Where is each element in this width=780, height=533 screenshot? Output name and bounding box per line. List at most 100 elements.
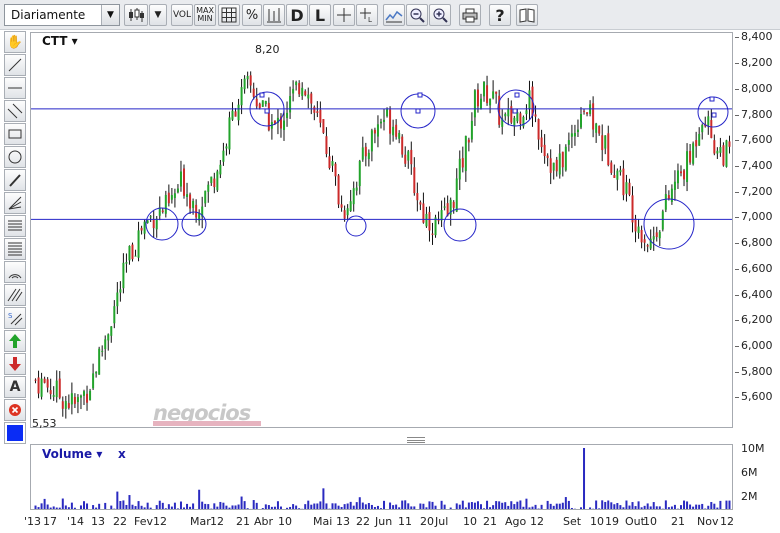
percent-button[interactable]: % <box>242 4 262 26</box>
chart-type-dropdown-button[interactable]: ▼ <box>149 4 167 26</box>
volume-title[interactable]: Volume ▾ <box>42 447 102 461</box>
volume-bar <box>376 505 379 509</box>
crosshair-button[interactable] <box>333 4 355 26</box>
parallel-icon <box>7 288 23 302</box>
volume-bar <box>573 508 576 509</box>
candle-body <box>640 229 643 243</box>
candle-body <box>210 176 213 184</box>
grid-toggle-button[interactable] <box>218 4 240 26</box>
candle-body <box>579 114 582 128</box>
candle-body <box>479 98 482 110</box>
color-picker-button[interactable] <box>4 422 26 444</box>
fan-tool-button[interactable] <box>4 192 26 214</box>
print-button[interactable] <box>459 4 481 26</box>
sell-arrow-tool-button[interactable] <box>4 353 26 375</box>
volume-bar <box>634 506 637 509</box>
candle-body <box>331 161 334 166</box>
toolbar: Diariamente ▼ ▼ VOL MAX MIN % D L L ? <box>0 0 780 30</box>
price-tick-label: 8,200 <box>735 56 773 70</box>
volume-bar <box>198 489 201 509</box>
volume-bar <box>201 501 204 509</box>
candle-body <box>586 112 589 115</box>
annotation-handle <box>415 108 421 114</box>
candle-body <box>546 155 549 159</box>
candle-body <box>634 218 637 232</box>
buy-arrow-tool-button[interactable] <box>4 330 26 352</box>
candle-body <box>443 206 446 208</box>
volume-bar <box>164 508 167 509</box>
zoom-out-button[interactable] <box>406 4 428 26</box>
volume-close-button[interactable]: x <box>118 447 126 461</box>
candle-body <box>225 146 228 149</box>
volume-bar <box>143 507 146 509</box>
volume-bar <box>134 506 137 509</box>
candle-body <box>695 140 698 147</box>
candle-body <box>425 213 428 227</box>
candle-body <box>134 255 137 257</box>
volume-bar <box>622 507 625 509</box>
speed-lines-tool-button[interactable]: S <box>4 307 26 329</box>
candle-body <box>340 204 343 208</box>
linear-scale-button[interactable]: L <box>309 4 331 26</box>
candle-body <box>413 167 416 194</box>
candle-body <box>55 380 58 398</box>
zoom-in-button[interactable] <box>429 4 451 26</box>
text-tool-button[interactable]: A <box>4 376 26 398</box>
volume-bar <box>149 507 152 509</box>
volume-bar <box>107 509 109 510</box>
parallel-tool-button[interactable] <box>4 284 26 306</box>
ticker-label[interactable]: CTT ▾ <box>42 34 78 48</box>
price-tick-label: 5,800 <box>735 364 773 378</box>
candle-body <box>431 233 434 235</box>
manual-button[interactable] <box>516 4 538 26</box>
volume-bar <box>234 505 237 509</box>
volume-toggle-button[interactable]: VOL <box>171 4 193 26</box>
volume-bar <box>161 502 164 509</box>
volume-bar <box>692 506 695 509</box>
ellipse-tool-button[interactable] <box>4 146 26 168</box>
rectangle-tool-button[interactable] <box>4 123 26 145</box>
ellipse-icon <box>8 150 22 164</box>
volume-bar <box>464 507 467 509</box>
svg-text:S: S <box>8 312 13 320</box>
volume-bar <box>325 503 328 509</box>
help-button[interactable]: ? <box>489 4 511 26</box>
candle-body <box>95 371 98 374</box>
volume-bar <box>495 501 498 509</box>
volume-bar <box>179 501 182 509</box>
pencil-tool-button[interactable] <box>4 169 26 191</box>
daily-scale-button[interactable]: D <box>286 4 308 26</box>
volume-bar <box>616 503 619 509</box>
trendline-tool-button[interactable] <box>4 54 26 76</box>
panel-splitter-handle[interactable] <box>407 437 425 443</box>
volume-chart[interactable] <box>30 444 733 510</box>
volume-bar <box>625 500 628 509</box>
crosshair-value-button[interactable]: L <box>356 4 378 26</box>
volume-bar <box>552 505 555 509</box>
zoom-area-button[interactable] <box>383 4 405 26</box>
compare-button[interactable] <box>263 4 285 26</box>
volume-bar <box>716 507 719 509</box>
crosshair-icon <box>337 8 351 22</box>
period-select[interactable]: Diariamente ▼ <box>4 4 120 26</box>
volume-bar <box>486 500 489 509</box>
candlestick-chart-button[interactable] <box>124 4 148 26</box>
annotation-handle <box>512 108 518 114</box>
arc-tool-button[interactable] <box>4 261 26 283</box>
maxmin-toggle-button[interactable]: MAX MIN <box>194 4 216 26</box>
fibonacci-tool-button[interactable] <box>4 215 26 237</box>
candle-body <box>376 124 379 137</box>
price-chart[interactable] <box>30 32 733 428</box>
hand-tool-button[interactable]: ✋ <box>4 31 26 53</box>
volume-bar <box>264 504 267 509</box>
delete-drawings-button[interactable] <box>4 399 26 421</box>
grid-lines-tool-button[interactable] <box>4 238 26 260</box>
volume-bar <box>701 503 704 509</box>
channel-tool-button[interactable] <box>4 100 26 122</box>
date-tick-label: 13 <box>336 515 350 528</box>
candle-body <box>683 170 686 180</box>
candle-body <box>361 147 364 160</box>
horizontal-line-tool-button[interactable] <box>4 77 26 99</box>
candle-body <box>470 120 473 140</box>
annotation-handle <box>264 108 270 114</box>
